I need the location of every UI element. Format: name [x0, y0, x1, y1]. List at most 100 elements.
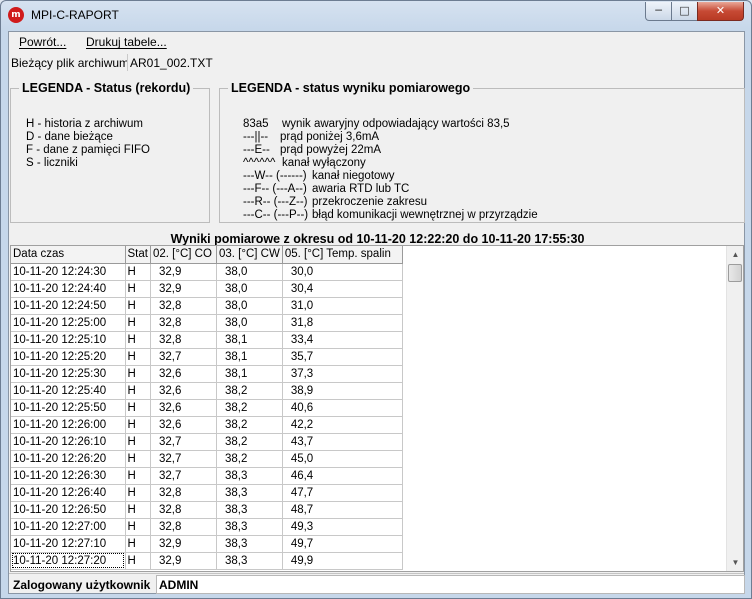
- table-row[interactable]: 10-11-20 12:26:20 H 32,7 38,2 45,0: [11, 450, 403, 468]
- cell-cw: 38,3: [216, 552, 283, 570]
- cell-datetime: 10-11-20 12:25:20: [11, 348, 126, 366]
- table-row[interactable]: 10-11-20 12:25:30 H 32,6 38,1 37,3: [11, 365, 403, 383]
- cell-status: H: [125, 365, 151, 383]
- cell-flue-temp: 33,4: [282, 331, 403, 349]
- window-title: MPI-C-RAPORT: [31, 8, 119, 22]
- menu-print-table[interactable]: Drukuj tabele...: [86, 35, 167, 49]
- cell-cw: 38,3: [216, 467, 283, 485]
- table-row[interactable]: 10-11-20 12:27:00 H 32,8 38,3 49,3: [11, 518, 403, 536]
- scrollbar-thumb[interactable]: [728, 264, 742, 282]
- cell-flue-temp: 40,6: [282, 399, 403, 417]
- column-header-flue-temp[interactable]: 05. [°C] Temp. spalin: [282, 246, 403, 264]
- cell-co: 32,9: [150, 552, 217, 570]
- minimize-button[interactable]: ─: [645, 2, 672, 21]
- cell-co: 32,7: [150, 433, 217, 451]
- scroll-up-icon[interactable]: ▲: [727, 246, 743, 263]
- table-row[interactable]: 10-11-20 12:25:00 H 32,8 38,0 31,8: [11, 314, 403, 332]
- cell-co: 32,7: [150, 348, 217, 366]
- table-row[interactable]: 10-11-20 12:27:10 H 32,9 38,3 49,7: [11, 535, 403, 553]
- cell-datetime: 10-11-20 12:24:50: [11, 297, 126, 315]
- table-row[interactable]: 10-11-20 12:26:00 H 32,6 38,2 42,2: [11, 416, 403, 434]
- table-row[interactable]: 10-11-20 12:26:10 H 32,7 38,2 43,7: [11, 433, 403, 451]
- cell-flue-temp: 46,4: [282, 467, 403, 485]
- table-row[interactable]: 10-11-20 12:25:40 H 32,6 38,2 38,9: [11, 382, 403, 400]
- legend-record-status-group: LEGENDA - Status (rekordu) H - historia …: [10, 81, 210, 223]
- cell-flue-temp: 49,3: [282, 518, 403, 536]
- legend-result-desc: prąd poniżej 3,6mA: [280, 131, 380, 143]
- cell-status: H: [125, 467, 151, 485]
- cell-status: H: [125, 280, 151, 298]
- column-header-status[interactable]: Stat: [125, 246, 151, 264]
- legend-result-code: 83a5: [243, 118, 269, 130]
- current-file-field: AR01_002.TXT: [127, 54, 744, 71]
- cell-datetime: 10-11-20 12:27:10: [11, 535, 126, 553]
- minimize-icon: ─: [655, 4, 662, 17]
- app-window: m MPI-C-RAPORT ─ □ ✕ Powrót... Drukuj ta…: [0, 0, 752, 599]
- cell-status: H: [125, 314, 151, 332]
- cell-datetime: 10-11-20 12:26:10: [11, 433, 126, 451]
- cell-datetime: 10-11-20 12:24:40: [11, 280, 126, 298]
- cell-flue-temp: 42,2: [282, 416, 403, 434]
- maximize-button[interactable]: □: [671, 2, 698, 21]
- cell-status: H: [125, 348, 151, 366]
- table-row[interactable]: 10-11-20 12:25:50 H 32,6 38,2 40,6: [11, 399, 403, 417]
- cell-status: H: [125, 501, 151, 519]
- table-row[interactable]: 10-11-20 12:26:40 H 32,8 38,3 47,7: [11, 484, 403, 502]
- cell-status: H: [125, 331, 151, 349]
- legend-result-status-group: LEGENDA - status wyniku pomiarowego 83a5…: [219, 81, 745, 223]
- menu-bar: Powrót... Drukuj tabele...: [9, 32, 744, 52]
- table-row[interactable]: 10-11-20 12:25:20 H 32,7 38,1 35,7: [11, 348, 403, 366]
- table-row[interactable]: 10-11-20 12:27:20 H 32,9 38,3 49,9: [11, 552, 403, 570]
- cell-co: 32,8: [150, 518, 217, 536]
- close-icon: ✕: [715, 4, 726, 17]
- cell-datetime: 10-11-20 12:25:10: [11, 331, 126, 349]
- title-bar[interactable]: m MPI-C-RAPORT ─ □ ✕: [1, 1, 751, 31]
- table-row[interactable]: 10-11-20 12:24:30 H 32,9 38,0 30,0: [11, 263, 403, 281]
- cell-status: H: [125, 433, 151, 451]
- cell-flue-temp: 30,0: [282, 263, 403, 281]
- results-grid: Data czas Stat 02. [°C] CO 03. [°C] CW 0…: [11, 246, 403, 570]
- cell-co: 32,7: [150, 450, 217, 468]
- cell-cw: 38,1: [216, 365, 283, 383]
- cell-co: 32,8: [150, 484, 217, 502]
- vertical-scrollbar[interactable]: ▲ ▼: [726, 246, 743, 571]
- table-header-row: Data czas Stat 02. [°C] CO 03. [°C] CW 0…: [11, 246, 403, 264]
- cell-datetime: 10-11-20 12:25:00: [11, 314, 126, 332]
- cell-co: 32,7: [150, 467, 217, 485]
- menu-back[interactable]: Powrót...: [19, 35, 66, 49]
- table-row[interactable]: 10-11-20 12:26:30 H 32,7 38,3 46,4: [11, 467, 403, 485]
- legend-status-item: F - dane z pamięci FIFO: [26, 144, 150, 156]
- logged-user-label: Zalogowany użytkownik: [13, 578, 151, 592]
- table-row[interactable]: 10-11-20 12:25:10 H 32,8 38,1 33,4: [11, 331, 403, 349]
- cell-flue-temp: 48,7: [282, 501, 403, 519]
- cell-cw: 38,2: [216, 433, 283, 451]
- table-row[interactable]: 10-11-20 12:24:40 H 32,9 38,0 30,4: [11, 280, 403, 298]
- cell-cw: 38,2: [216, 450, 283, 468]
- cell-co: 32,6: [150, 382, 217, 400]
- column-header-cw[interactable]: 03. [°C] CW: [216, 246, 283, 264]
- status-bar: Zalogowany użytkownik ADMIN: [9, 573, 745, 594]
- close-button[interactable]: ✕: [697, 2, 744, 21]
- legend-status-item: H - historia z archiwum: [26, 118, 143, 130]
- cell-cw: 38,2: [216, 382, 283, 400]
- legend-result-code: ---R-- (---Z--): [243, 196, 308, 208]
- cell-datetime: 10-11-20 12:27:20: [11, 552, 126, 570]
- app-logo-icon: m: [8, 7, 24, 23]
- cell-status: H: [125, 552, 151, 570]
- current-file-row: Bieżący plik archiwum AR01_002.TXT: [9, 53, 744, 72]
- cell-datetime: 10-11-20 12:27:00: [11, 518, 126, 536]
- cell-flue-temp: 47,7: [282, 484, 403, 502]
- column-header-datetime[interactable]: Data czas: [11, 246, 126, 264]
- table-row[interactable]: 10-11-20 12:24:50 H 32,8 38,0 31,0: [11, 297, 403, 315]
- scroll-down-icon[interactable]: ▼: [727, 554, 743, 571]
- cell-datetime: 10-11-20 12:26:50: [11, 501, 126, 519]
- results-table[interactable]: Data czas Stat 02. [°C] CO 03. [°C] CW 0…: [10, 245, 744, 572]
- results-title: Wyniki pomiarowe z okresu od 10-11-20 12…: [170, 232, 585, 246]
- column-header-co[interactable]: 02. [°C] CO: [150, 246, 217, 264]
- legend-result-desc: przekroczenie zakresu: [312, 196, 428, 208]
- legend-result-desc: kanał niegotowy: [312, 170, 395, 182]
- legend-result-status-title: LEGENDA - status wyniku pomiarowego: [231, 81, 471, 95]
- legend-result-code: ---C-- (---P--): [243, 209, 309, 221]
- table-row[interactable]: 10-11-20 12:26:50 H 32,8 38,3 48,7: [11, 501, 403, 519]
- cell-co: 32,9: [150, 535, 217, 553]
